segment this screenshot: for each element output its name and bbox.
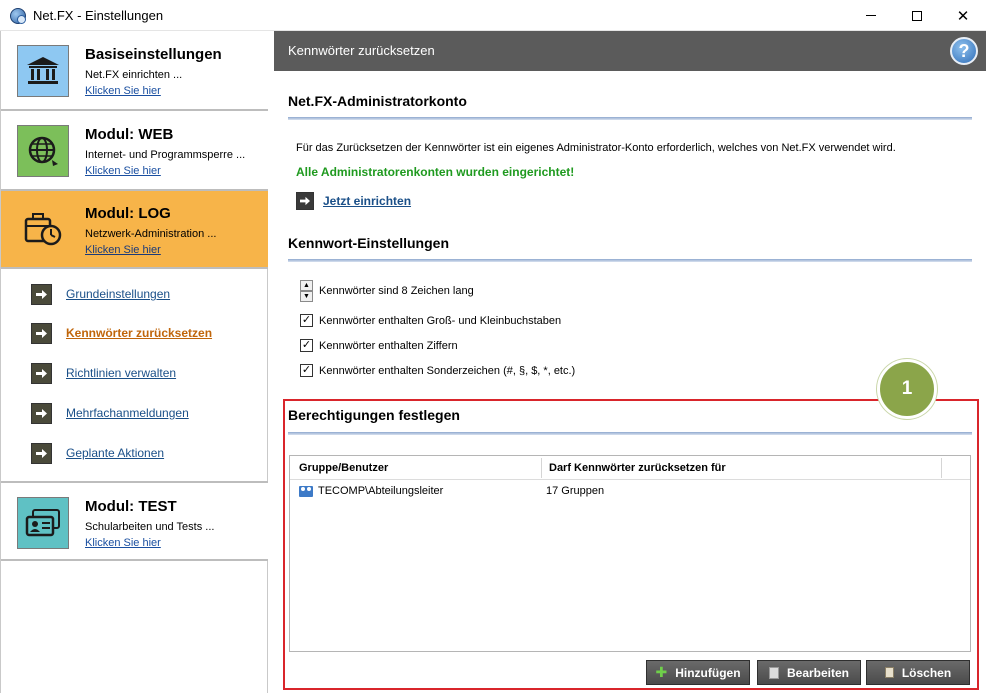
minimize-icon [866, 15, 876, 16]
module-link[interactable]: Klicken Sie hier [85, 165, 161, 177]
option-label: Kennwörter enthalten Ziffern [319, 339, 458, 352]
nav-item-geplante-aktionen[interactable]: Geplante Aktionen [31, 442, 164, 464]
edit-icon [768, 666, 779, 679]
arrow-right-icon [31, 362, 52, 384]
delete-button-label: Löschen [901, 665, 952, 680]
nav-label: Grundeinstellungen [66, 287, 171, 301]
column-header-user[interactable]: Gruppe/Benutzer [299, 462, 388, 474]
maximize-button[interactable] [894, 0, 940, 31]
table-row[interactable]: TECOMP\Abteilungsleiter 17 Gruppen [290, 483, 970, 501]
nav-label: Kennwörter zurücksetzen [66, 326, 213, 340]
nav-label: Geplante Aktionen [66, 446, 165, 460]
app-icon [10, 8, 26, 24]
cell-user: TECOMP\Abteilungsleiter [299, 485, 443, 497]
module-link[interactable]: Klicken Sie hier [85, 85, 161, 97]
edit-button[interactable]: Bearbeiten [757, 660, 861, 685]
section-divider [288, 117, 972, 120]
arrow-right-icon [296, 192, 314, 210]
plus-icon: ✚ [655, 664, 668, 680]
globe-icon [17, 125, 69, 177]
module-basis[interactable]: Basiseinstellungen Net.FX einrichten ...… [1, 31, 268, 111]
module-subtitle: Netzwerk-Administration ... [85, 228, 217, 240]
module-subtitle: Schularbeiten und Tests ... [85, 521, 215, 533]
arrow-right-icon [31, 442, 52, 464]
password-length-row: ▲ ▼ Kennwörter sind 8 Zeichen lang [300, 280, 474, 302]
sidebar: Basiseinstellungen Net.FX einrichten ...… [0, 31, 268, 693]
admin-description: Für das Zurücksetzen der Kennwörter ist … [296, 142, 896, 154]
length-spinner[interactable]: ▲ ▼ [300, 280, 313, 302]
nav-label: Mehrfachanmeldungen [66, 406, 189, 420]
setup-now-link[interactable]: Jetzt einrichten [296, 192, 411, 210]
option-special[interactable]: ✓ Kennwörter enthalten Sonderzeichen (#,… [300, 364, 575, 377]
checkbox-digits[interactable]: ✓ [300, 339, 313, 352]
nav-label: Richtlinien verwalten [66, 366, 177, 380]
nav-item-richtlinien[interactable]: Richtlinien verwalten [31, 362, 176, 384]
section-title-permissions: Berechtigungen festlegen [288, 407, 460, 423]
module-title: Modul: TEST [85, 498, 177, 515]
checkbox-case[interactable]: ✓ [300, 314, 313, 327]
option-case[interactable]: ✓ Kennwörter enthalten Groß- und Kleinbu… [300, 314, 561, 327]
close-icon: ✕ [956, 7, 970, 25]
module-title: Modul: WEB [85, 126, 174, 143]
id-cards-icon [17, 497, 69, 549]
section-title-password: Kennwort-Einstellungen [288, 235, 449, 251]
column-header-scope[interactable]: Darf Kennwörter zurücksetzen für [549, 462, 726, 474]
module-link[interactable]: Klicken Sie hier [85, 537, 161, 549]
spinner-up-icon[interactable]: ▲ [300, 280, 313, 291]
main-panel: Kennwörter zurücksetzen ? Net.FX-Adminis… [274, 31, 986, 693]
add-button[interactable]: ✚ Hinzufügen [646, 660, 750, 685]
admin-status: Alle Administratorenkonten wurden einger… [296, 165, 575, 179]
checkbox-special[interactable]: ✓ [300, 364, 313, 377]
module-test[interactable]: Modul: TEST Schularbeiten und Tests ... … [1, 481, 268, 561]
add-button-label: Hinzufügen [675, 665, 741, 680]
window-title: Net.FX - Einstellungen [33, 8, 164, 23]
column-divider [941, 458, 942, 478]
section-divider [288, 432, 972, 435]
page-title: Kennwörter zurücksetzen [288, 43, 435, 58]
setup-now-label: Jetzt einrichten [323, 194, 412, 208]
section-title-admin: Net.FX-Administratorkonto [288, 93, 467, 109]
module-title: Modul: LOG [85, 205, 171, 222]
page-header: Kennwörter zurücksetzen ? [274, 31, 986, 71]
edit-button-label: Bearbeiten [786, 665, 850, 680]
arrow-right-icon [31, 322, 52, 344]
section-divider [288, 259, 972, 262]
permissions-table: Gruppe/Benutzer Darf Kennwörter zurückse… [289, 455, 971, 652]
nav-item-kennwoerter[interactable]: Kennwörter zurücksetzen [31, 322, 212, 344]
help-icon: ? [958, 40, 970, 61]
option-digits[interactable]: ✓ Kennwörter enthalten Ziffern [300, 339, 458, 352]
module-link[interactable]: Klicken Sie hier [85, 244, 161, 256]
bank-icon [17, 45, 69, 97]
spinner-down-icon[interactable]: ▼ [300, 291, 313, 302]
module-title: Basiseinstellungen [85, 46, 222, 63]
user-name: TECOMP\Abteilungsleiter [318, 485, 444, 497]
trash-icon [884, 667, 894, 678]
briefcase-clock-icon [17, 203, 69, 255]
option-label: Kennwörter enthalten Sonderzeichen (#, §… [319, 364, 576, 377]
table-header: Gruppe/Benutzer Darf Kennwörter zurückse… [290, 456, 970, 480]
cell-scope: 17 Gruppen [546, 485, 605, 497]
user-group-icon [299, 485, 313, 497]
arrow-right-icon [31, 283, 52, 305]
module-subtitle: Internet- und Programmsperre ... [85, 149, 246, 161]
nav-item-mehrfachanmeldungen[interactable]: Mehrfachanmeldungen [31, 402, 189, 424]
close-button[interactable]: ✕ [940, 0, 986, 31]
title-bar: Net.FX - Einstellungen ✕ [0, 0, 986, 31]
arrow-right-icon [31, 402, 52, 424]
password-length-label: Kennwörter sind 8 Zeichen lang [319, 285, 474, 297]
minimize-button[interactable] [848, 0, 894, 31]
option-label: Kennwörter enthalten Groß- und Kleinbuch… [319, 314, 562, 327]
module-web[interactable]: Modul: WEB Internet- und Programmsperre … [1, 111, 268, 191]
help-button[interactable]: ? [950, 37, 978, 65]
delete-button[interactable]: Löschen [866, 660, 970, 685]
module-log[interactable]: Modul: LOG Netzwerk-Administration ... K… [1, 191, 268, 269]
step-badge: 1 [877, 359, 937, 419]
maximize-icon [912, 10, 922, 21]
module-subtitle: Net.FX einrichten ... [85, 69, 183, 81]
nav-item-grundeinstellungen[interactable]: Grundeinstellungen [31, 283, 170, 305]
column-divider [541, 458, 542, 478]
